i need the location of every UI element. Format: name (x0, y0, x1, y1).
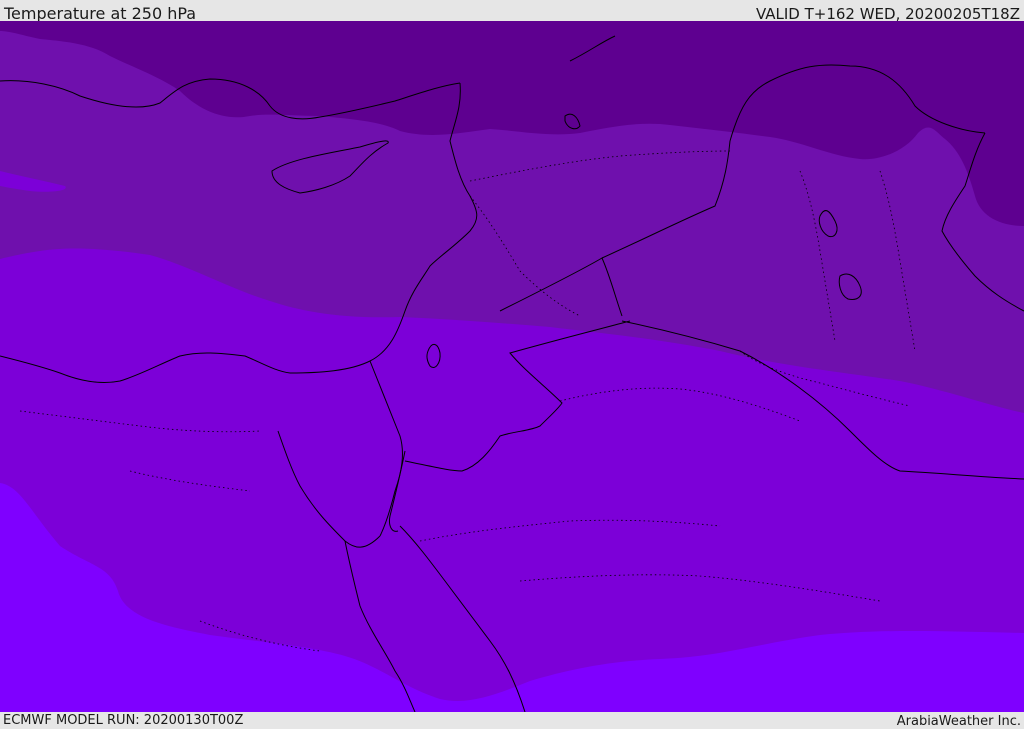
temperature-map[interactable] (0, 21, 1024, 712)
map-canvas (0, 21, 1024, 712)
forecast-map-page: Temperature at 250 hPa VALID T+162 WED, … (0, 0, 1024, 729)
model-run-label: ECMWF MODEL RUN: 20200130T00Z (3, 713, 244, 728)
footer-bar: ECMWF MODEL RUN: 20200130T00Z ArabiaWeat… (0, 712, 1024, 729)
credit-label: ArabiaWeather Inc. (896, 714, 1021, 729)
header-bar: Temperature at 250 hPa VALID T+162 WED, … (0, 0, 1024, 23)
